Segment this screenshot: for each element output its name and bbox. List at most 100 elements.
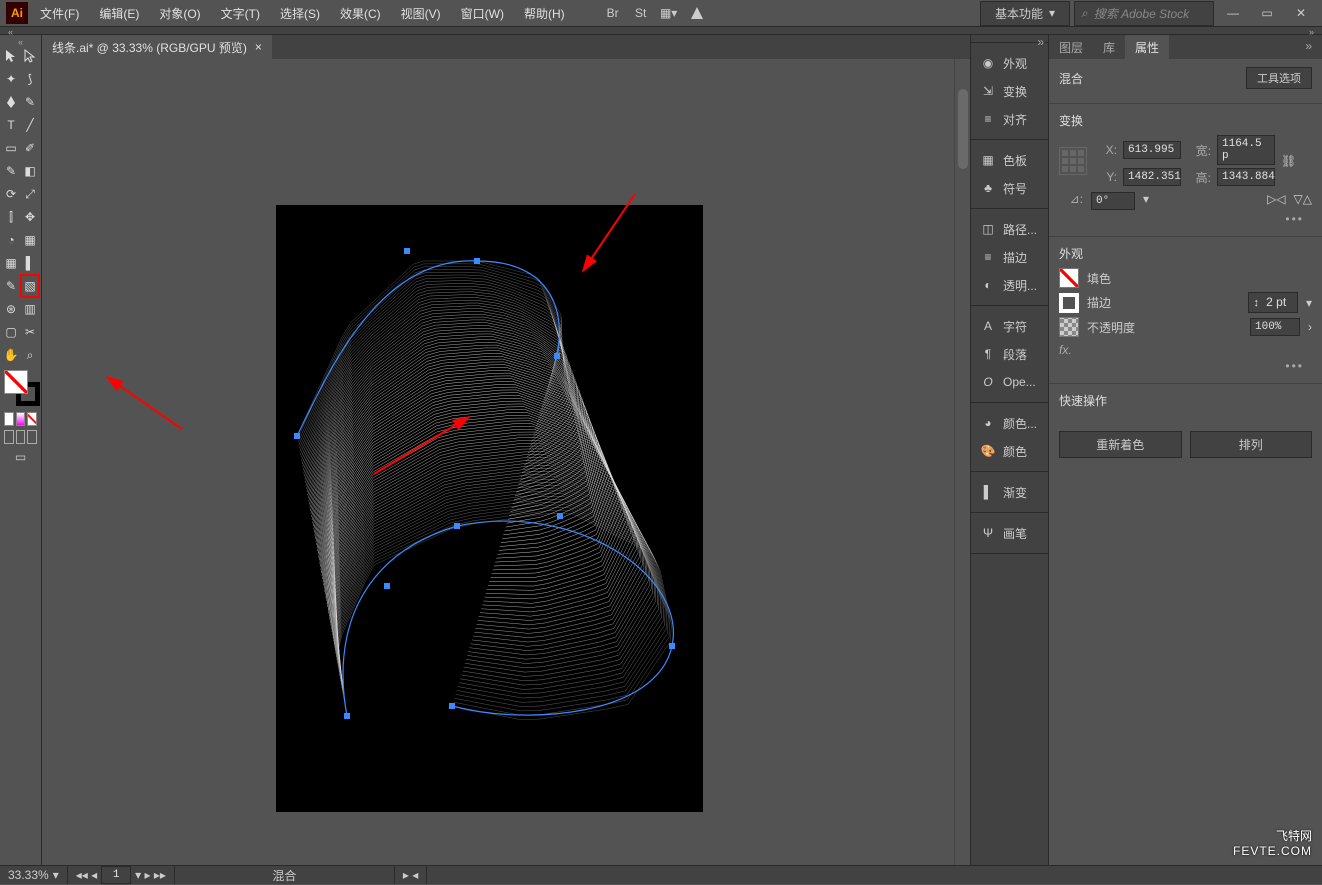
opacity-slider-icon[interactable]: › xyxy=(1308,320,1312,334)
gpu-icon[interactable] xyxy=(685,1,709,25)
type-tool[interactable]: T xyxy=(2,114,20,136)
document-tab[interactable]: 线条.ai* @ 33.33% (RGB/GPU 预览)× xyxy=(42,35,272,60)
y-input[interactable]: 1482.351 xyxy=(1123,168,1181,186)
dock-opentype[interactable]: OOpe... xyxy=(971,368,1048,396)
x-input[interactable]: 613.995 xyxy=(1123,141,1181,159)
flip-v-icon[interactable]: ▽△ xyxy=(1294,192,1312,210)
shaper-tool[interactable]: ✎ xyxy=(2,160,20,182)
menu-select[interactable]: 选择(S) xyxy=(272,2,328,25)
angle-dropdown-icon[interactable]: ▾ xyxy=(1143,192,1149,210)
direct-selection-tool[interactable] xyxy=(21,45,39,67)
chevron-right-icon[interactable]: » xyxy=(1037,35,1044,49)
vertical-scrollbar[interactable] xyxy=(954,59,970,865)
hand-tool[interactable]: ✋ xyxy=(2,344,20,366)
arrange-docs-icon[interactable]: ▦▾ xyxy=(657,1,681,25)
artboard-tool[interactable]: ▢ xyxy=(2,321,20,343)
dock-pathfinder[interactable]: ◫路径... xyxy=(971,215,1048,243)
dock-colorguide[interactable]: ◕颜色... xyxy=(971,409,1048,437)
link-wh-icon[interactable]: ⛓ xyxy=(1281,154,1296,168)
dock-gradient[interactable]: ▌渐变 xyxy=(971,478,1048,506)
shape-builder-tool[interactable]: ◔ xyxy=(2,229,20,251)
dock-swatches[interactable]: ▦色板 xyxy=(971,146,1048,174)
toolbar-collapse-icon[interactable]: « xyxy=(2,37,39,45)
dock-transform[interactable]: ⇲变换 xyxy=(971,77,1048,105)
column-graph-tool[interactable]: ▥ xyxy=(21,298,39,320)
fill-chip[interactable] xyxy=(1059,268,1079,288)
color-swatch[interactable] xyxy=(4,412,14,426)
fx-label[interactable]: fx. xyxy=(1059,343,1312,357)
restore-button[interactable]: ▭ xyxy=(1252,5,1282,21)
menu-view[interactable]: 视图(V) xyxy=(393,2,449,25)
perspective-tool[interactable]: ▦ xyxy=(21,229,39,251)
rotate-tool[interactable]: ⟳ xyxy=(2,183,20,205)
dock-symbols[interactable]: ♣符号 xyxy=(971,174,1048,202)
tab-libraries[interactable]: 库 xyxy=(1093,35,1125,59)
dock-color[interactable]: 🎨颜色 xyxy=(971,437,1048,465)
search-input[interactable]: ⌕搜索 Adobe Stock xyxy=(1074,1,1214,26)
dock-appearance[interactable]: ◉外观 xyxy=(971,49,1048,77)
slice-tool[interactable]: ✂ xyxy=(21,321,39,343)
w-input[interactable]: 1164.5 p xyxy=(1217,135,1275,165)
fill-swatch[interactable] xyxy=(4,370,28,394)
recolor-button[interactable]: 重新着色 xyxy=(1059,431,1182,458)
zoom-tool[interactable]: ⌕ xyxy=(21,344,39,366)
selection-tool[interactable] xyxy=(2,45,20,67)
rectangle-tool[interactable]: ▭ xyxy=(2,137,20,159)
blend-tool[interactable]: ▧ xyxy=(21,275,39,297)
hscroll-left-icon[interactable]: ▸ ◂ xyxy=(395,866,427,884)
dock-brushes[interactable]: Ψ画笔 xyxy=(971,519,1048,547)
opacity-chip[interactable] xyxy=(1059,317,1079,337)
reference-point[interactable] xyxy=(1059,147,1087,175)
artboard-nav[interactable]: ◂◂ ◂ 1 ▾ ▸ ▸▸ xyxy=(68,866,175,884)
menu-effect[interactable]: 效果(C) xyxy=(332,2,389,25)
tab-properties[interactable]: 属性 xyxy=(1125,35,1169,59)
symbol-sprayer-tool[interactable]: ⊛ xyxy=(2,298,20,320)
menu-type[interactable]: 文字(T) xyxy=(213,2,268,25)
minimize-button[interactable]: — xyxy=(1218,5,1248,21)
menu-help[interactable]: 帮助(H) xyxy=(516,2,573,25)
gradient-tool[interactable]: ▌ xyxy=(21,252,39,274)
stroke-weight-input[interactable]: ↕ 2 pt xyxy=(1248,292,1298,313)
screen-mode[interactable]: ▭ xyxy=(2,446,39,468)
dock-paragraph[interactable]: ¶段落 xyxy=(971,340,1048,368)
tool-options-button[interactable]: 工具选项 xyxy=(1246,67,1312,89)
dock-align[interactable]: ≡对齐 xyxy=(971,105,1048,133)
line-tool[interactable]: ╱ xyxy=(21,114,39,136)
tab-layers[interactable]: 图层 xyxy=(1049,35,1093,59)
flip-h-icon[interactable]: ▷◁ xyxy=(1267,192,1285,210)
none-swatch[interactable] xyxy=(27,412,37,426)
dock-transparency[interactable]: ◐透明... xyxy=(971,271,1048,299)
h-input[interactable]: 1343.884 xyxy=(1217,168,1275,186)
stroke-chip[interactable] xyxy=(1059,293,1079,313)
mesh-tool[interactable]: ▦ xyxy=(2,252,20,274)
chevron-right-icon[interactable]: » xyxy=(1309,27,1314,34)
menu-object[interactable]: 对象(O) xyxy=(151,2,208,25)
angle-input[interactable]: 0° xyxy=(1091,192,1135,210)
dock-character[interactable]: A字符 xyxy=(971,312,1048,340)
close-button[interactable]: ✕ xyxy=(1286,5,1316,21)
menu-edit[interactable]: 编辑(E) xyxy=(91,2,147,25)
fill-stroke-control[interactable] xyxy=(4,370,40,406)
width-tool[interactable]: ⫿ xyxy=(2,206,20,228)
draw-normal[interactable] xyxy=(4,430,14,444)
stroke-dropdown-icon[interactable]: ▾ xyxy=(1306,296,1312,310)
free-transform-tool[interactable]: ✥ xyxy=(21,206,39,228)
chevron-left-icon[interactable]: « xyxy=(8,27,13,34)
zoom-level[interactable]: 33.33% ▾ xyxy=(0,866,68,884)
canvas[interactable] xyxy=(42,59,970,865)
eyedropper-tool[interactable]: ✎ xyxy=(2,275,20,297)
draw-inside[interactable] xyxy=(27,430,37,444)
more-options-icon[interactable]: ••• xyxy=(1059,210,1312,228)
curvature-tool[interactable]: ✎ xyxy=(21,91,39,113)
workspace-switcher[interactable]: 基本功能▾ xyxy=(980,1,1070,26)
menu-window[interactable]: 窗口(W) xyxy=(453,2,512,25)
paintbrush-tool[interactable]: ✐ xyxy=(21,137,39,159)
bridge-icon[interactable]: Br xyxy=(601,1,625,25)
arrange-button[interactable]: 排列 xyxy=(1190,431,1313,458)
close-tab-icon[interactable]: × xyxy=(255,40,262,54)
pen-tool[interactable] xyxy=(2,91,20,113)
scale-tool[interactable]: ⤢ xyxy=(21,183,39,205)
stock-icon[interactable]: St xyxy=(629,1,653,25)
magic-wand-tool[interactable]: ✦ xyxy=(2,68,20,90)
lasso-tool[interactable]: ⟆ xyxy=(21,68,39,90)
